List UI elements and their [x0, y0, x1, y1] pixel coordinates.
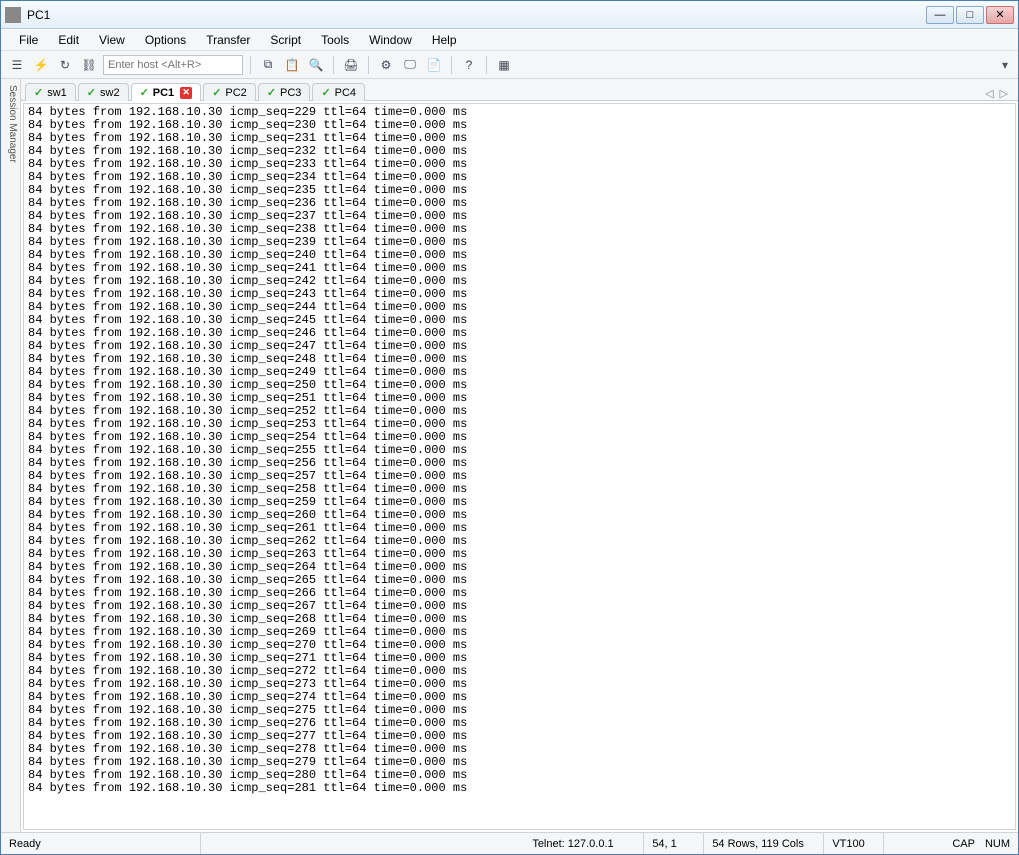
statusbar: Ready Telnet: 127.0.0.1 54, 1 54 Rows, 1…	[1, 832, 1018, 854]
menu-window[interactable]: Window	[359, 31, 422, 49]
menu-file[interactable]: File	[9, 31, 48, 49]
menu-help[interactable]: Help	[422, 31, 467, 49]
tab-label: sw2	[100, 87, 120, 99]
check-icon: ✓	[34, 86, 43, 99]
menubar: File Edit View Options Transfer Script T…	[1, 29, 1018, 51]
menu-edit[interactable]: Edit	[48, 31, 89, 49]
host-input[interactable]	[103, 55, 243, 75]
tab-nav: ◁ ▷	[985, 87, 1014, 100]
tab-label: PC4	[335, 87, 356, 99]
status-term-type: VT100	[824, 833, 884, 854]
tab-label: PC2	[225, 87, 246, 99]
tab-next-icon[interactable]: ▷	[1000, 87, 1008, 100]
log-icon[interactable]: 📄	[424, 55, 444, 75]
check-icon: ✓	[140, 86, 149, 99]
tab-pc1[interactable]: ✓ PC1 ✕	[131, 83, 202, 101]
status-blank	[884, 833, 944, 854]
toolbar-overflow-icon[interactable]: ▾	[998, 58, 1012, 72]
check-icon: ✓	[321, 86, 330, 99]
minimize-button[interactable]: —	[926, 6, 954, 24]
menu-transfer[interactable]: Transfer	[196, 31, 260, 49]
tab-pc4[interactable]: ✓ PC4	[312, 83, 365, 101]
paste-icon[interactable]: 📋	[282, 55, 302, 75]
status-num: NUM	[985, 838, 1010, 850]
check-icon: ✓	[212, 86, 221, 99]
grid-icon[interactable]: ▦	[494, 55, 514, 75]
sidebar-session-manager[interactable]: Session Manager	[1, 79, 21, 832]
check-icon: ✓	[267, 86, 276, 99]
toolbar: ☰ ⚡ ↻ ⛓ ⧉ 📋 🔍 🖨 ⚙ 🖵 📄 ? ▦ ▾	[1, 51, 1018, 79]
help-icon[interactable]: ?	[459, 55, 479, 75]
status-connection: Telnet: 127.0.0.1	[524, 833, 644, 854]
tab-label: PC3	[280, 87, 301, 99]
check-icon: ✓	[87, 86, 96, 99]
close-button[interactable]: ✕	[986, 6, 1014, 24]
status-cap: CAP	[952, 838, 975, 850]
menu-script[interactable]: Script	[260, 31, 311, 49]
maximize-button[interactable]: □	[956, 6, 984, 24]
close-tab-icon[interactable]: ✕	[180, 87, 192, 99]
toolbar-separator	[368, 56, 369, 74]
menu-view[interactable]: View	[89, 31, 135, 49]
status-cursor: 54, 1	[644, 833, 704, 854]
status-ready: Ready	[1, 833, 201, 854]
tab-pc3[interactable]: ✓ PC3	[258, 83, 311, 101]
toolbar-separator	[333, 56, 334, 74]
toolbar-separator	[451, 56, 452, 74]
tabbar: ✓ sw1 ✓ sw2 ✓ PC1 ✕ ✓ PC2 ✓ PC3 ✓ PC4 ◁ ▷	[21, 79, 1018, 101]
terminal-output[interactable]: 84 bytes from 192.168.10.30 icmp_seq=229…	[23, 103, 1016, 830]
tab-sw1[interactable]: ✓ sw1	[25, 83, 76, 101]
screen-icon[interactable]: 🖵	[400, 55, 420, 75]
tab-prev-icon[interactable]: ◁	[985, 87, 993, 100]
session-manager-icon[interactable]: ☰	[7, 55, 27, 75]
status-dimensions: 54 Rows, 119 Cols	[704, 833, 824, 854]
print-icon[interactable]: 🖨	[341, 55, 361, 75]
copy-icon[interactable]: ⧉	[258, 55, 278, 75]
options-icon[interactable]: ⚙	[376, 55, 396, 75]
toolbar-separator	[250, 56, 251, 74]
quick-connect-icon[interactable]: ⚡	[31, 55, 51, 75]
window-title: PC1	[27, 8, 50, 22]
menu-options[interactable]: Options	[135, 31, 196, 49]
titlebar: PC1 — □ ✕	[1, 1, 1018, 29]
toolbar-separator	[486, 56, 487, 74]
tab-label: sw1	[47, 87, 67, 99]
find-icon[interactable]: 🔍	[306, 55, 326, 75]
main-column: ✓ sw1 ✓ sw2 ✓ PC1 ✕ ✓ PC2 ✓ PC3 ✓ PC4 ◁ ▷ 84 by…	[21, 79, 1018, 832]
status-keyboard: CAP NUM	[944, 838, 1018, 850]
app-window: PC1 — □ ✕ File Edit View Options Transfe…	[0, 0, 1019, 855]
menu-tools[interactable]: Tools	[311, 31, 359, 49]
app-icon	[5, 7, 21, 23]
tab-pc2[interactable]: ✓ PC2	[203, 83, 256, 101]
reconnect-icon[interactable]: ↻	[55, 55, 75, 75]
disconnect-icon[interactable]: ⛓	[79, 55, 99, 75]
window-controls: — □ ✕	[926, 6, 1014, 24]
tab-sw2[interactable]: ✓ sw2	[78, 83, 129, 101]
body-row: Session Manager ✓ sw1 ✓ sw2 ✓ PC1 ✕ ✓ PC2 ✓ PC…	[1, 79, 1018, 832]
tab-label: PC1	[153, 87, 174, 99]
